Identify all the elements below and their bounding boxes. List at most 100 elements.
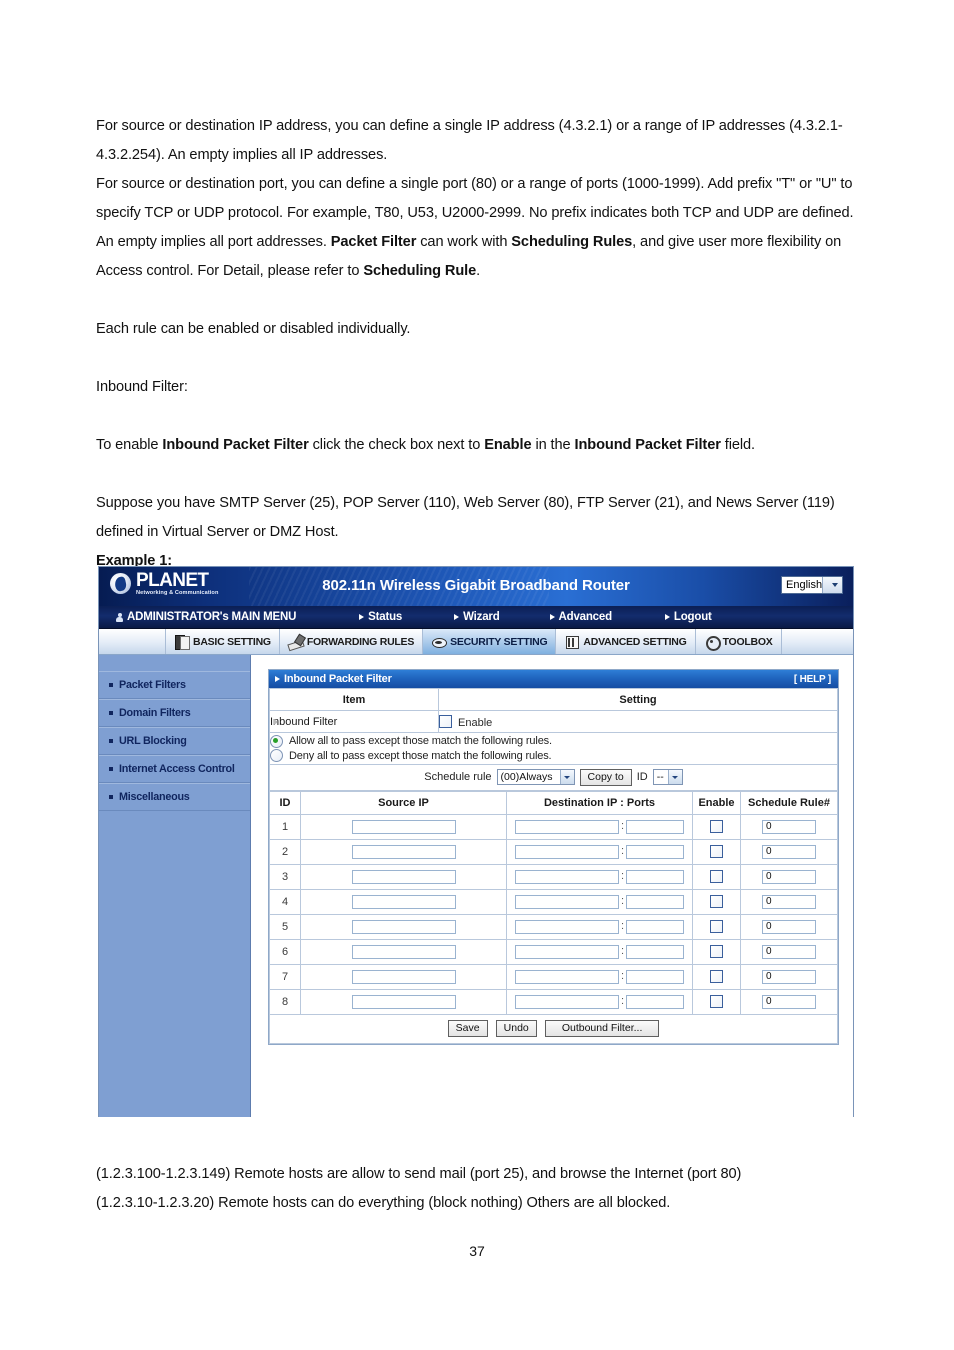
radio-deny-all-indicator[interactable] bbox=[270, 749, 283, 762]
schedule-rule-input[interactable]: 0 bbox=[762, 844, 816, 859]
panel-title: Inbound Packet Filter bbox=[284, 673, 392, 685]
table-row: 7: 0 bbox=[269, 963, 838, 990]
destination-port-input[interactable] bbox=[626, 894, 685, 909]
tab-toolbox[interactable]: TOOLBOX bbox=[696, 629, 782, 654]
radio-deny-all[interactable]: Deny all to pass except those match the … bbox=[270, 749, 837, 762]
undo-button[interactable]: Undo bbox=[495, 1020, 537, 1037]
source-ip-input[interactable] bbox=[351, 969, 456, 984]
schedule-rule-input[interactable]: 0 bbox=[762, 919, 816, 934]
source-ip-input[interactable] bbox=[351, 869, 456, 884]
schedule-rule-input[interactable]: 0 bbox=[762, 969, 816, 984]
colon-separator: : bbox=[620, 820, 625, 833]
destination-ip-input[interactable] bbox=[514, 919, 619, 934]
paragraph-to-enable: To enable Inbound Packet Filter click th… bbox=[96, 437, 755, 453]
destination-ip-input[interactable] bbox=[514, 844, 619, 859]
radio-allow-all-indicator[interactable] bbox=[270, 734, 283, 748]
bullet-icon bbox=[109, 739, 113, 743]
rule-enable-checkbox[interactable] bbox=[710, 969, 723, 983]
menu-item-advanced[interactable]: Advanced bbox=[549, 611, 613, 623]
arrow-right-icon bbox=[664, 614, 670, 620]
menu-item-status[interactable]: Status bbox=[359, 611, 402, 623]
rule-enable-checkbox[interactable] bbox=[710, 944, 723, 958]
colon-separator: : bbox=[620, 845, 625, 858]
destination-ip-input[interactable] bbox=[514, 894, 619, 909]
save-button[interactable]: Save bbox=[447, 1020, 488, 1037]
table-row: 4: 0 bbox=[269, 888, 838, 915]
destination-ip-input[interactable] bbox=[514, 944, 619, 959]
schedule-rule-input[interactable]: 0 bbox=[762, 819, 816, 834]
source-ip-input[interactable] bbox=[351, 919, 456, 934]
source-ip-input[interactable] bbox=[351, 994, 456, 1009]
sidebar-item-domain-filters[interactable]: Domain Filters bbox=[99, 699, 250, 727]
schedule-rule-input[interactable]: 0 bbox=[762, 944, 816, 959]
table-row: 8: 0 bbox=[269, 988, 838, 1015]
destination-port-input[interactable] bbox=[626, 969, 685, 984]
schedule-id-select[interactable]: -- bbox=[652, 769, 683, 785]
document-text-lower: (1.2.3.100-1.2.3.149) Remote hosts are a… bbox=[96, 1160, 858, 1218]
logo-tagline: Networking & Communication bbox=[136, 590, 219, 596]
sidebar-item-url-blocking-label: URL Blocking bbox=[119, 735, 187, 747]
inbound-filter-enable-checkbox[interactable] bbox=[439, 714, 452, 728]
copy-to-button[interactable]: Copy to bbox=[579, 768, 632, 786]
radio-allow-all[interactable]: Allow all to pass except those match the… bbox=[270, 734, 837, 748]
schedule-rule-input[interactable]: 0 bbox=[762, 869, 816, 884]
rule-enable-checkbox[interactable] bbox=[710, 994, 723, 1008]
sidebar-item-miscellaneous-label: Miscellaneous bbox=[119, 791, 190, 803]
bullet-icon bbox=[109, 767, 113, 771]
destination-port-input[interactable] bbox=[626, 869, 685, 884]
menu-item-wizard-label: Wizard bbox=[463, 611, 500, 623]
arrow-right-icon bbox=[454, 614, 460, 620]
tab-advanced-setting-label: ADVANCED SETTING bbox=[583, 635, 687, 648]
destination-ip-input[interactable] bbox=[514, 869, 619, 884]
header-destination-ip-ports: Destination IP : Ports bbox=[506, 790, 693, 815]
destination-port-input[interactable] bbox=[626, 844, 685, 859]
sidebar-item-packet-filters[interactable]: Packet Filters bbox=[99, 671, 250, 699]
rule-enable-checkbox[interactable] bbox=[710, 819, 723, 833]
destination-ip-input[interactable] bbox=[514, 819, 619, 834]
table-header-row: Item Setting bbox=[269, 688, 838, 711]
paragraph-ip-range: For source or destination IP address, yo… bbox=[96, 118, 843, 163]
help-link[interactable]: [ HELP ] bbox=[794, 674, 831, 685]
tab-security-setting[interactable]: SECURITY SETTING bbox=[423, 629, 557, 654]
rule-id: 4 bbox=[281, 895, 289, 908]
rule-enable-checkbox[interactable] bbox=[710, 844, 723, 858]
destination-ip-input[interactable] bbox=[514, 969, 619, 984]
document-text-upper: For source or destination IP address, yo… bbox=[96, 112, 858, 576]
destination-port-input[interactable] bbox=[626, 919, 685, 934]
colon-separator: : bbox=[620, 995, 625, 1008]
pencil-icon bbox=[288, 634, 303, 649]
menu-item-wizard[interactable]: Wizard bbox=[454, 611, 500, 623]
source-ip-input[interactable] bbox=[351, 944, 456, 959]
rule-enable-checkbox[interactable] bbox=[710, 894, 723, 908]
person-icon bbox=[116, 612, 123, 622]
schedule-rule-select[interactable]: (00)Always bbox=[496, 769, 575, 785]
sidebar-item-internet-access-control[interactable]: Internet Access Control bbox=[99, 755, 250, 783]
outbound-filter-button[interactable]: Outbound Filter... bbox=[544, 1020, 660, 1037]
security-icon bbox=[431, 634, 448, 649]
destination-port-input[interactable] bbox=[626, 819, 685, 834]
sidebar-item-packet-filters-label: Packet Filters bbox=[119, 679, 186, 691]
sidebar-item-url-blocking[interactable]: URL Blocking bbox=[99, 727, 250, 755]
destination-port-input[interactable] bbox=[626, 944, 685, 959]
language-select[interactable]: English bbox=[781, 576, 843, 594]
sidebar-item-miscellaneous[interactable]: Miscellaneous bbox=[99, 783, 250, 811]
rule-enable-checkbox[interactable] bbox=[710, 919, 723, 933]
source-ip-input[interactable] bbox=[351, 844, 456, 859]
destination-port-input[interactable] bbox=[626, 994, 685, 1009]
rule-enable-checkbox[interactable] bbox=[710, 869, 723, 883]
sidebar-item-domain-filters-label: Domain Filters bbox=[119, 707, 191, 719]
arrow-right-icon bbox=[274, 718, 278, 725]
menu-item-advanced-label: Advanced bbox=[558, 611, 613, 623]
source-ip-input[interactable] bbox=[351, 894, 456, 909]
menu-item-logout[interactable]: Logout bbox=[664, 611, 712, 623]
schedule-rule-input[interactable]: 0 bbox=[762, 994, 816, 1009]
arrow-right-icon bbox=[275, 676, 280, 682]
chevron-down-icon bbox=[667, 770, 682, 784]
table-row: 5: 0 bbox=[269, 913, 838, 940]
source-ip-input[interactable] bbox=[351, 819, 456, 834]
schedule-rule-input[interactable]: 0 bbox=[762, 894, 816, 909]
tab-advanced-setting[interactable]: ADVANCED SETTING bbox=[556, 629, 696, 654]
tab-forwarding-rules[interactable]: FORWARDING RULES bbox=[280, 629, 424, 654]
destination-ip-input[interactable] bbox=[514, 994, 619, 1009]
tab-basic-setting[interactable]: BASIC SETTING bbox=[165, 629, 280, 654]
